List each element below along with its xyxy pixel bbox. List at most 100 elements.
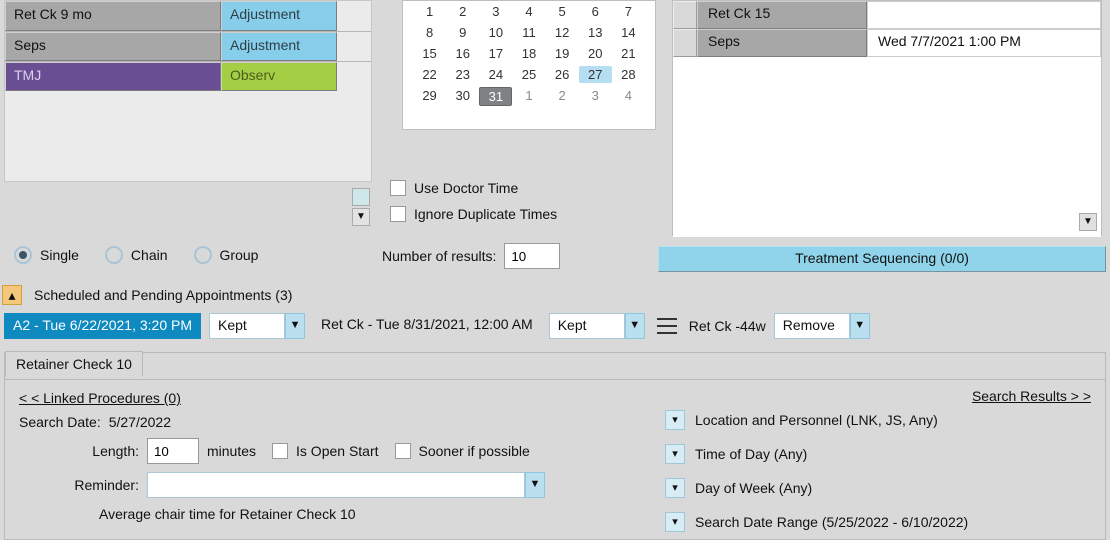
collapse-toggle-button[interactable]: ▴ xyxy=(2,285,22,305)
linked-procedures-link[interactable]: < < Linked Procedures (0) xyxy=(19,390,181,406)
calendar[interactable]: 1234567891011121314151617181920212223242… xyxy=(402,0,656,130)
chevron-down-icon[interactable]: ▼ xyxy=(625,313,645,339)
calendar-day[interactable]: 1 xyxy=(512,87,545,106)
calendar-day[interactable]: 20 xyxy=(579,45,612,62)
calendar-day[interactable]: 12 xyxy=(546,24,579,41)
reminder-label: Reminder: xyxy=(19,477,139,493)
calendar-day[interactable]: 29 xyxy=(413,87,446,106)
calendar-day[interactable]: 25 xyxy=(512,66,545,83)
ignore-duplicate-times-checkbox[interactable]: Ignore Duplicate Times xyxy=(390,206,557,222)
chevron-down-icon[interactable]: ▾ xyxy=(665,478,685,498)
use-doctor-time-checkbox[interactable]: Use Doctor Time xyxy=(390,180,557,196)
chevron-down-icon[interactable]: ▼ xyxy=(850,313,870,339)
appointment-row[interactable]: Seps Wed 7/7/2021 1:00 PM xyxy=(673,29,1101,57)
calendar-day[interactable]: 18 xyxy=(512,45,545,62)
retck-44w-label: Ret Ck -44w xyxy=(689,318,766,334)
num-results-input[interactable] xyxy=(504,243,560,269)
procedure-name[interactable]: Seps xyxy=(5,32,221,61)
length-input[interactable] xyxy=(147,438,199,464)
calendar-day[interactable]: 2 xyxy=(546,87,579,106)
sooner-label: Sooner if possible xyxy=(419,443,530,459)
calendar-day[interactable]: 13 xyxy=(579,24,612,41)
calendar-day[interactable]: 22 xyxy=(413,66,446,83)
calendar-day[interactable]: 16 xyxy=(446,45,479,62)
calendar-day[interactable]: 1 xyxy=(413,3,446,20)
calendar-day[interactable]: 30 xyxy=(446,87,479,106)
calendar-day[interactable]: 3 xyxy=(579,87,612,106)
procedure-list-empty xyxy=(5,91,371,181)
is-open-start-checkbox[interactable] xyxy=(272,443,288,459)
chevron-down-icon[interactable]: ▼ xyxy=(1079,213,1097,231)
calendar-day[interactable]: 31 xyxy=(479,87,512,106)
appointment-row[interactable]: Ret Ck 15 xyxy=(673,1,1101,29)
reminder-dropdown[interactable]: ▼ xyxy=(147,472,545,498)
checkbox-label: Ignore Duplicate Times xyxy=(414,206,557,222)
row-handle[interactable] xyxy=(673,29,697,57)
location-personnel-filter[interactable]: Location and Personnel (LNK, JS, Any) xyxy=(695,412,938,428)
chevron-down-icon[interactable]: ▾ xyxy=(665,410,685,430)
calendar-day[interactable]: 21 xyxy=(612,45,645,62)
search-results-link[interactable]: Search Results > > xyxy=(972,388,1091,404)
calendar-day[interactable]: 9 xyxy=(446,24,479,41)
treatment-sequencing-bar[interactable]: Treatment Sequencing (0/0) xyxy=(658,246,1106,272)
calendar-day[interactable]: 11 xyxy=(512,24,545,41)
procedure-spacer xyxy=(337,32,371,61)
appointment-list: Ret Ck 15 Seps Wed 7/7/2021 1:00 PM ▼ xyxy=(672,0,1102,236)
calendar-day[interactable]: 5 xyxy=(546,3,579,20)
status-dropdown-2[interactable]: Kept ▼ xyxy=(549,313,645,339)
row-handle[interactable] xyxy=(673,1,697,29)
calendar-day[interactable]: 10 xyxy=(479,24,512,41)
calendar-day[interactable]: 23 xyxy=(446,66,479,83)
procedure-spacer xyxy=(337,1,371,31)
calendar-day[interactable]: 26 xyxy=(546,66,579,83)
chevron-down-icon[interactable]: ▾ xyxy=(665,512,685,532)
tab-label: Retainer Check 10 xyxy=(16,356,132,372)
is-open-start-label: Is Open Start xyxy=(296,443,378,459)
procedure-name[interactable]: Ret Ck 9 mo xyxy=(5,1,221,31)
calendar-day[interactable]: 28 xyxy=(612,66,645,83)
calendar-day[interactable]: 27 xyxy=(579,66,612,83)
hamburger-icon[interactable] xyxy=(657,318,677,334)
procedure-tag[interactable]: Observ xyxy=(221,62,337,91)
radio-chain[interactable]: Chain xyxy=(105,246,168,264)
time-of-day-filter[interactable]: Time of Day (Any) xyxy=(695,446,807,462)
procedure-tag[interactable]: Adjustment xyxy=(221,32,337,61)
calendar-day[interactable]: 17 xyxy=(479,45,512,62)
calendar-day[interactable]: 15 xyxy=(413,45,446,62)
radio-single[interactable]: Single xyxy=(14,246,79,264)
calendar-day[interactable]: 4 xyxy=(512,3,545,20)
appointment-name: Ret Ck 15 xyxy=(697,1,867,29)
calendar-day[interactable]: 24 xyxy=(479,66,512,83)
chevron-down-icon[interactable]: ▼ xyxy=(352,208,370,226)
procedure-row[interactable]: TMJ Observ xyxy=(5,61,371,91)
tab-retainer-check[interactable]: Retainer Check 10 xyxy=(5,351,143,377)
calendar-day[interactable]: 7 xyxy=(612,3,645,20)
procedure-tag[interactable]: Adjustment xyxy=(221,1,337,31)
calendar-day[interactable]: 14 xyxy=(612,24,645,41)
sooner-checkbox[interactable] xyxy=(395,443,411,459)
calendar-day[interactable]: 6 xyxy=(579,3,612,20)
chevron-down-icon[interactable]: ▾ xyxy=(665,444,685,464)
procedure-name[interactable]: TMJ xyxy=(5,62,221,91)
procedure-row[interactable]: Seps Adjustment xyxy=(5,31,371,61)
dropdown-value: Remove xyxy=(774,313,850,339)
procedure-row[interactable]: Ret Ck 9 mo Adjustment xyxy=(5,1,371,31)
calendar-day[interactable]: 2 xyxy=(446,3,479,20)
status-dropdown-1[interactable]: Kept ▼ xyxy=(209,313,305,339)
calendar-day[interactable]: 8 xyxy=(413,24,446,41)
scroll-thumb[interactable] xyxy=(352,188,370,206)
minutes-label: minutes xyxy=(207,443,256,459)
procedure-spacer xyxy=(337,62,371,91)
remove-dropdown[interactable]: Remove ▼ xyxy=(774,313,870,339)
calendar-day[interactable]: 4 xyxy=(612,87,645,106)
day-of-week-filter[interactable]: Day of Week (Any) xyxy=(695,480,812,496)
chevron-down-icon[interactable]: ▼ xyxy=(525,472,545,498)
radio-group[interactable]: Group xyxy=(194,246,259,264)
appointment-date xyxy=(867,1,1101,29)
appointment-a2-chip[interactable]: A2 - Tue 6/22/2021, 3:20 PM xyxy=(4,313,201,339)
length-label: Length: xyxy=(19,443,139,459)
calendar-day[interactable]: 19 xyxy=(546,45,579,62)
search-date-range-filter[interactable]: Search Date Range (5/25/2022 - 6/10/2022… xyxy=(695,514,968,530)
chevron-down-icon[interactable]: ▼ xyxy=(285,313,305,339)
calendar-day[interactable]: 3 xyxy=(479,3,512,20)
